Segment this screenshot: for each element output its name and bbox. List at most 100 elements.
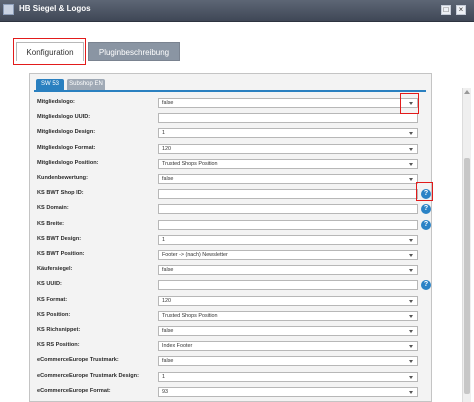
select-field[interactable]: Footer -> (nach) Newsletter [158, 250, 418, 260]
field-label: Mitgliedslogo Format: [37, 144, 96, 151]
form-row: KS RS Position: Index Footer [30, 339, 431, 354]
select-field[interactable]: false [158, 98, 418, 108]
scroll-up-icon[interactable] [463, 88, 471, 96]
text-field[interactable] [158, 113, 418, 124]
field-value: 1 [162, 373, 165, 380]
subtab-subshop-en[interactable]: Subshop EN [67, 79, 105, 90]
window-title: HB Siegel & Logos [19, 4, 91, 13]
field-label: Mitgliedslogo Design: [37, 129, 96, 136]
select-field[interactable]: Index Footer [158, 341, 418, 352]
field-value: Trusted Shops Position [162, 160, 218, 167]
text-field[interactable] [158, 189, 418, 200]
field-value: false [162, 328, 174, 334]
chevron-down-icon[interactable] [407, 343, 416, 349]
select-field[interactable]: 93 [158, 386, 418, 397]
field-value: 120 [162, 297, 171, 304]
maximize-icon[interactable]: □ [441, 5, 451, 15]
chevron-down-icon[interactable] [407, 358, 416, 364]
subtab-sw53[interactable]: SW 53 [36, 79, 64, 90]
form-row: Kundenbewertung: false [30, 172, 431, 187]
text-field[interactable] [158, 280, 418, 291]
window-titlebar: HB Siegel & Logos □ × [0, 0, 474, 22]
highlight-box-dropdown [400, 93, 419, 114]
text-field[interactable] [158, 219, 418, 230]
chevron-down-icon[interactable] [407, 374, 416, 380]
form-row: Käufersiegel: false [30, 263, 431, 278]
field-label: eCommerceEurope Trustmark Design: [37, 372, 139, 379]
form-row: KS Breite:? [30, 218, 431, 233]
app-icon [3, 4, 14, 15]
select-field[interactable]: false [158, 326, 418, 336]
form-row: KS BWT Design: 1 [30, 233, 431, 248]
select-field[interactable]: 1 [158, 234, 418, 245]
chevron-down-icon[interactable] [407, 161, 416, 167]
text-field[interactable] [158, 204, 418, 215]
form-row: Mitgliedslogo UUID: [30, 111, 431, 126]
form-row: eCommerceEurope Trustmark: false [30, 354, 431, 369]
form-row: eCommerceEurope Trustmark Design: 1 [30, 370, 431, 385]
form-row: Mitgliedslogo Position: Trusted Shops Pos… [30, 157, 431, 172]
chevron-down-icon[interactable] [407, 267, 416, 273]
field-value: Trusted Shops Position [162, 312, 218, 319]
field-label: Mitgliedslogo: [37, 99, 75, 105]
field-label: Käufersiegel: [37, 266, 73, 273]
field-label: KS BWT Position: [37, 251, 85, 257]
field-label: KS Richsnippet: [37, 327, 81, 333]
chevron-down-icon[interactable] [407, 237, 416, 243]
field-label: KS BWT Shop ID: [37, 190, 84, 197]
close-icon[interactable]: × [456, 5, 466, 15]
form-row: KS Position: Trusted Shops Position [30, 309, 431, 324]
field-value: 1 [162, 130, 165, 137]
select-field[interactable]: 1 [158, 371, 418, 382]
help-icon[interactable]: ? [421, 219, 431, 230]
select-field[interactable]: false [158, 265, 418, 276]
tab-pluginbeschreibung[interactable]: Pluginbeschreibung [88, 42, 180, 61]
help-icon[interactable]: ? [421, 280, 431, 291]
field-value: false [162, 358, 174, 365]
form-row: KS UUID:? [30, 278, 431, 293]
form-row: Mitgliedslogo Design: 1 [30, 126, 431, 141]
select-field[interactable]: Trusted Shops Position [158, 310, 418, 321]
select-field[interactable]: false [158, 174, 418, 184]
config-panel: SW 53 Subshop EN Mitgliedslogo: false Mitg… [29, 73, 432, 402]
field-value: Index Footer [162, 343, 193, 350]
field-label: eCommerceEurope Format: [37, 387, 111, 394]
field-label: Mitgliedslogo Position: [37, 159, 99, 166]
help-icon[interactable]: ? [421, 204, 431, 215]
form-row: KS BWT Position: Footer -> (nach) Newslet… [30, 248, 431, 263]
highlight-box-tab [13, 38, 86, 65]
form-row: KS Richsnippet: false [30, 324, 431, 339]
field-value: 93 [162, 388, 168, 395]
field-label: KS UUID: [37, 281, 62, 288]
chevron-down-icon[interactable] [407, 176, 416, 182]
field-label: KS RS Position: [37, 342, 80, 349]
chevron-down-icon[interactable] [407, 313, 416, 319]
field-value: 120 [162, 145, 171, 152]
select-field[interactable]: 120 [158, 295, 418, 306]
form-row: KS Domain:? [30, 202, 431, 217]
chevron-down-icon[interactable] [407, 130, 416, 136]
scroll-thumb[interactable] [464, 158, 470, 394]
field-value: false [162, 176, 174, 182]
chevron-down-icon[interactable] [407, 298, 416, 304]
field-label: KS BWT Design: [37, 235, 82, 242]
form-row: Mitgliedslogo: false [30, 96, 431, 111]
select-field[interactable]: false [158, 356, 418, 367]
select-field[interactable]: 120 [158, 143, 418, 154]
field-value: false [162, 267, 174, 274]
field-label: Mitgliedslogo UUID: [37, 114, 91, 121]
field-value: Footer -> (nach) Newsletter [162, 252, 228, 258]
select-field[interactable]: 1 [158, 128, 418, 139]
chevron-down-icon[interactable] [407, 389, 416, 395]
subtab-underline [34, 90, 426, 92]
select-field[interactable]: Trusted Shops Position [158, 158, 418, 169]
highlight-box-help [416, 182, 433, 201]
field-label: eCommerceEurope Trustmark: [37, 357, 119, 364]
chevron-down-icon[interactable] [407, 252, 416, 258]
field-label: KS Domain: [37, 205, 69, 212]
chevron-down-icon[interactable] [407, 146, 416, 152]
chevron-down-icon[interactable] [407, 328, 416, 334]
form-row: eCommerceEurope Format: 93 [30, 385, 431, 400]
field-label: KS Position: [37, 311, 71, 318]
vertical-scrollbar[interactable] [462, 88, 471, 402]
